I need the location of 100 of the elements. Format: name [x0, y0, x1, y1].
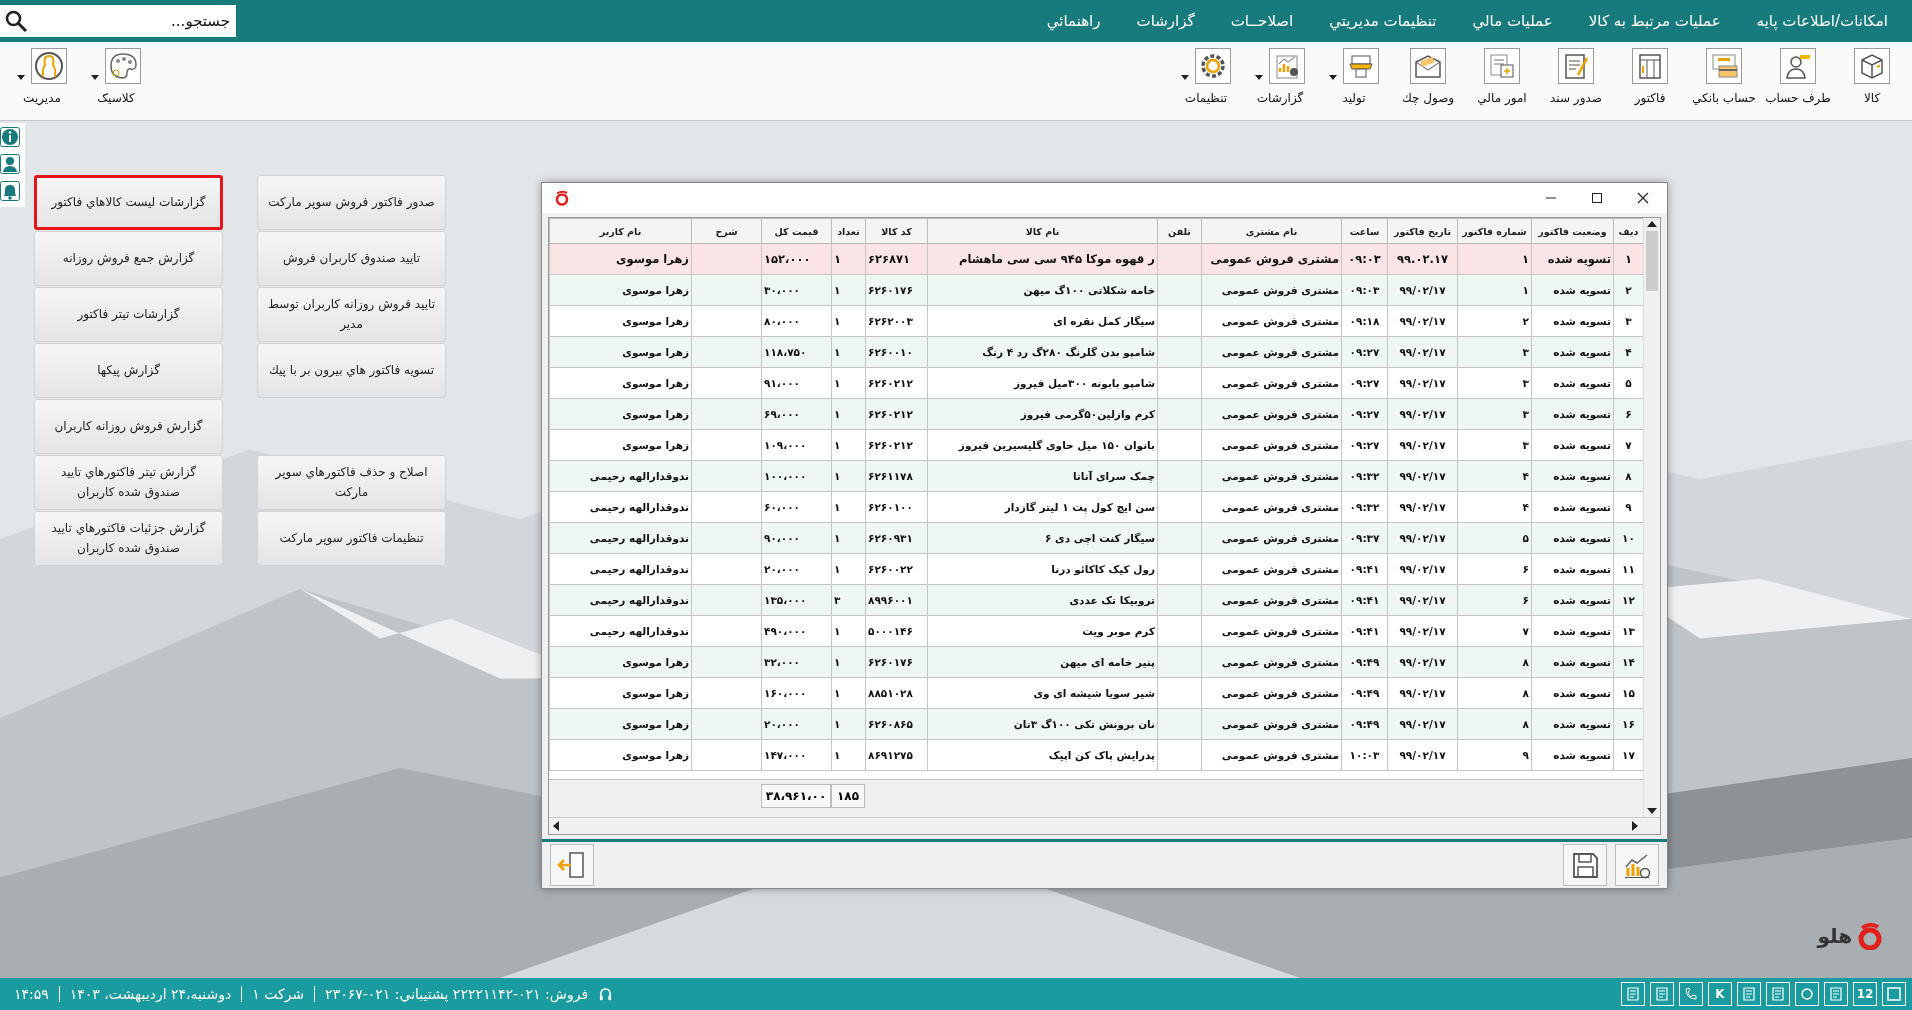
- menu-button[interactable]: گزارش جمع فروش روزانه: [34, 231, 223, 286]
- toolbar-button[interactable]: تنظیمات: [1170, 46, 1242, 105]
- column-header[interactable]: کد کالا: [865, 218, 928, 244]
- table-cell: ۱۳۵،۰۰۰: [764, 594, 807, 606]
- chart-icon: [1269, 48, 1305, 84]
- vertical-scrollbar[interactable]: [1643, 218, 1660, 817]
- table-row[interactable]: ۵ تسویه شده ۳ ۹۹/۰۲/۱۷ ۰۹:۲۷ مشتری فروش عمومی شامپو بابونه ۳۰۰میل فیروز ۶۲۶۰۲۱۲ ۱ ۹۱،۰۰۰ زهرا موسوی: [549, 367, 1643, 399]
- column-header[interactable]: نام کاربر: [549, 218, 692, 244]
- menu-button[interactable]: تایید صندوق کاربران فروش: [257, 231, 446, 286]
- column-header[interactable]: تاریخ فاکتور: [1387, 218, 1458, 244]
- table-row[interactable]: ۶ تسویه شده ۳ ۹۹/۰۲/۱۷ ۰۹:۲۷ مشتری فروش عمومی کرم وازلین۵۰گرمی فیروز ۶۲۶۰۲۱۲ ۱ ۶۹،۰۰۰ زهرا موسوی: [549, 398, 1643, 430]
- menu-item[interactable]: گزارشات: [1136, 12, 1195, 30]
- menu-button[interactable]: گزارش فروش روزانه کاربران: [34, 399, 223, 454]
- info-icon[interactable]: [0, 127, 20, 147]
- menu-item[interactable]: عملیات مالي: [1472, 12, 1553, 30]
- column-header[interactable]: تلفن: [1157, 218, 1202, 244]
- scroll-up-icon[interactable]: [1647, 221, 1657, 227]
- column-header[interactable]: تعداد: [831, 218, 866, 244]
- table-cell: نان برونش تکی ۱۰۰گ ۳تان: [1013, 718, 1155, 730]
- menu-button[interactable]: گزارشات لیست کالاهاي فاکتور: [34, 175, 223, 230]
- bell-icon[interactable]: [0, 181, 20, 201]
- table-row[interactable]: ۷ تسویه شده ۳ ۹۹/۰۲/۱۷ ۰۹:۲۷ مشتری فروش عمومی بانوان ۱۵۰ میل حاوی گلیسیرین فیروز ۶۲۶۰۲۱۲ ۱ ۱۰۹،۰۰۰ زهرا موسوی: [549, 429, 1643, 461]
- table-cell: زهرا موسوی: [622, 439, 689, 451]
- table-cell: ۹۹/۰۲/۱۷: [1399, 470, 1446, 482]
- close-icon[interactable]: [1637, 192, 1649, 204]
- menu-button[interactable]: تنظیمات فاکتور سوپر مارکت: [257, 511, 446, 566]
- menu-item[interactable]: راهنمائي: [1046, 12, 1101, 30]
- logo-text: هلو: [1817, 924, 1852, 948]
- column-header[interactable]: نام کالا: [927, 218, 1158, 244]
- table-row[interactable]: ۸ تسویه شده ۴ ۹۹/۰۲/۱۷ ۰۹:۳۲ مشتری فروش عمومی چمک سرای آناتا ۶۲۶۱۱۷۸ ۱ ۱۰۰،۰۰۰ ندوقدارالهه رحیمی: [549, 460, 1643, 492]
- table-row[interactable]: ۴ تسویه شده ۳ ۹۹/۰۲/۱۷ ۰۹:۲۷ مشتری فروش عمومی شامپو بدن گلرنگ ۲۸۰گ رد ۴ رنگ ۶۲۶۰۰۱۰ ۱ ۱۱۸،۷۵۰ زهرا موسوی: [549, 336, 1643, 368]
- menu-item[interactable]: تنظیمات مدیریتي: [1329, 12, 1437, 30]
- column-header[interactable]: شرح: [691, 218, 762, 244]
- table-row[interactable]: ۱۶ تسویه شده ۸ ۹۹/۰۲/۱۷ ۰۹:۴۹ مشتری فروش عمومی نان برونش تکی ۱۰۰گ ۳تان ۶۲۶۰۸۶۵ ۱ ۲۰،۰۰۰ زهرا موسوی: [549, 708, 1643, 740]
- toolbar-button[interactable]: کالا: [1836, 46, 1908, 105]
- search-box[interactable]: جستجو...: [0, 5, 236, 37]
- column-header[interactable]: شماره فاکتور: [1457, 218, 1532, 244]
- toolbar-button[interactable]: وصول چك: [1392, 46, 1464, 105]
- table-cell: مشتری فروش عمومی: [1221, 532, 1339, 544]
- table-cell: مشتری فروش عمومی: [1221, 346, 1339, 358]
- scroll-left-icon[interactable]: [553, 821, 559, 831]
- app-logo-icon: [554, 190, 570, 206]
- table-cell: زهرا موسوی: [622, 408, 689, 420]
- toolbar-button[interactable]: مدیریت: [6, 46, 78, 105]
- chart-button[interactable]: [1615, 844, 1659, 886]
- maximize-icon[interactable]: [1591, 192, 1603, 204]
- save-button[interactable]: [1563, 844, 1607, 886]
- menu-item[interactable]: اصلاحــات: [1230, 12, 1294, 30]
- menu-button[interactable]: گزارش پیکها: [34, 343, 223, 398]
- exit-button[interactable]: [550, 844, 594, 886]
- column-header[interactable]: ساعت: [1341, 218, 1388, 244]
- toolbar-button[interactable]: صدور سند: [1540, 46, 1612, 105]
- table-row[interactable]: ۱۲ تسویه شده ۶ ۹۹/۰۲/۱۷ ۰۹:۴۱ مشتری فروش عمومی تروبیکا تک عددی ۸۹۹۶۰۰۱ ۳ ۱۳۵،۰۰۰ ندوقدارالهه رحیمی: [549, 584, 1643, 616]
- column-header[interactable]: دیف: [1613, 218, 1643, 244]
- toolbar-button[interactable]: امور مالي: [1466, 46, 1538, 105]
- scrollbar-thumb[interactable]: [1646, 231, 1658, 291]
- toolbar-button[interactable]: فاکتور: [1614, 46, 1686, 105]
- table-row[interactable]: ۱ تسویه شده ۱ ۹۹.۰۲.۱۷ ۰۹:۰۳ مشتری فروش عمومی ر قهوه موکا ۹۴۵ سی سی ماهشام ۶۲۶۸۷۱ ۱ ۱۵۲،۰۰۰ زهرا موسوی: [549, 243, 1643, 275]
- table-cell: ۳: [834, 594, 841, 606]
- table-row[interactable]: ۹ تسویه شده ۴ ۹۹/۰۲/۱۷ ۰۹:۳۲ مشتری فروش عمومی سن ایچ کول پت ۱ لیتر گازدار ۶۲۶۰۱۰۰ ۱ ۶۰،۰۰۰ ندوقدارالهه رحیمی: [549, 491, 1643, 523]
- menu-button[interactable]: اصلاح و حذف فاکتورهاي سوپر مارکت: [257, 455, 446, 510]
- menu-button[interactable]: تایید فروش روزانه کاربران توسط مدیر: [257, 287, 446, 342]
- phone-list-icon[interactable]: [1679, 982, 1703, 1006]
- scroll-down-icon[interactable]: [1647, 808, 1657, 814]
- table-cell: تسویه شده: [1553, 408, 1611, 420]
- menu-button[interactable]: گزارش جزئیات فاکتورهاي تایید صندوق شده کاربران: [34, 511, 223, 566]
- menu-item[interactable]: عملیات مرتبط به کالا: [1588, 12, 1721, 30]
- scroll-right-icon[interactable]: [1632, 821, 1638, 831]
- table-cell: ۱۰: [1622, 532, 1635, 544]
- search-field[interactable]: جستجو...: [28, 11, 232, 31]
- table-row[interactable]: ۱۴ تسویه شده ۸ ۹۹/۰۲/۱۷ ۰۹:۴۹ مشتری فروش عمومی پنیر خامه ای میهن ۶۲۶۰۱۷۶ ۱ ۳۲،۰۰۰ زهرا موسوی: [549, 646, 1643, 678]
- table-row[interactable]: ۱۵ تسویه شده ۸ ۹۹/۰۲/۱۷ ۰۹:۴۹ مشتری فروش عمومی شیر سویا شیشه ای وی ۸۸۵۱۰۲۸ ۱ ۱۶۰،۰۰۰ زهرا موسوی: [549, 677, 1643, 709]
- toolbar-button[interactable]: کلاسیک: [80, 46, 152, 105]
- table-cell: ۶۲۶۰۰۱۰: [868, 346, 913, 358]
- menu-item[interactable]: امکانات/اطلاعات پایه: [1756, 12, 1888, 30]
- table-row[interactable]: ۱۰ تسویه شده ۵ ۹۹/۰۲/۱۷ ۰۹:۳۷ مشتری فروش عمومی سیگار کنت اچی دی ۶ ۶۲۶۰۹۳۱ ۱ ۹۰،۰۰۰ ندوقدارالهه رحیمی: [549, 522, 1643, 554]
- table-cell: ۳: [1522, 346, 1529, 358]
- table-row[interactable]: ۱۱ تسویه شده ۶ ۹۹/۰۲/۱۷ ۰۹:۴۱ مشتری فروش عمومی رول کیک کاکائو درنا ۶۲۶۰۰۲۲ ۱ ۲۰،۰۰۰ ندوقدارالهه رحیمی: [549, 553, 1643, 585]
- column-header[interactable]: قیمت کل: [761, 218, 832, 244]
- table-cell: تسویه شده: [1553, 656, 1611, 668]
- column-header[interactable]: وضعیت فاکتور: [1531, 218, 1614, 244]
- menu-button[interactable]: صدور فاکتور فروش سوپر مارکت: [257, 175, 446, 230]
- table-row[interactable]: ۲ تسویه شده ۱ ۹۹/۰۲/۱۷ ۰۹:۰۳ مشتری فروش عمومی خامه شکلاتی ۱۰۰گ میهن ۶۲۶۰۱۷۶ ۱ ۳۰،۰۰۰ زهرا موسوی: [549, 274, 1643, 306]
- support-agent-icon[interactable]: [0, 154, 20, 174]
- menu-button[interactable]: تسویه فاکتور هاي بیرون بر با پیك: [257, 343, 446, 398]
- menu-button[interactable]: گزارشات تیتر فاکتور: [34, 287, 223, 342]
- menu-button[interactable]: گزارش تیتر فاکتورهاي تایید صندوق شده کاربران: [34, 455, 223, 510]
- table-cell: ۶۲۶۱۱۷۸: [868, 470, 913, 482]
- toolbar-button[interactable]: گزارشات: [1244, 46, 1316, 105]
- document-icon[interactable]: [1766, 982, 1790, 1006]
- toolbar-button[interactable]: طرف حساب: [1762, 46, 1834, 105]
- table-cell: ۱: [834, 687, 841, 699]
- toolbar-button[interactable]: تولید: [1318, 46, 1390, 105]
- table-row[interactable]: ۱۳ تسویه شده ۷ ۹۹/۰۲/۱۷ ۰۹:۴۱ مشتری فروش عمومی کرم موبر ویت ۵۰۰۰۱۴۶ ۱ ۴۹۰،۰۰۰ ندوقدارالهه رحیمی: [549, 615, 1643, 647]
- table-row[interactable]: ۱۷ تسویه شده ۹ ۹۹/۰۲/۱۷ ۱۰:۰۳ مشتری فروش عمومی پدرایش پاک کن اپیک ۸۶۹۱۲۷۵ ۱ ۱۴۷،۰۰۰ زهرا موسوی: [549, 739, 1643, 771]
- table-row[interactable]: ۳ تسویه شده ۲ ۹۹/۰۲/۱۷ ۰۹:۱۸ مشتری فروش عمومی سیگار کمل نقره ای ۶۲۶۲۰۰۳ ۱ ۸۰،۰۰۰ زهرا موسوی: [549, 305, 1643, 337]
- table-cell: ۶۲۶۰۱۰۰: [868, 501, 913, 513]
- toolbar-button[interactable]: حساب بانکي: [1688, 46, 1760, 105]
- column-header[interactable]: نام مشتری: [1201, 218, 1342, 244]
- horizontal-scrollbar[interactable]: [549, 817, 1660, 834]
